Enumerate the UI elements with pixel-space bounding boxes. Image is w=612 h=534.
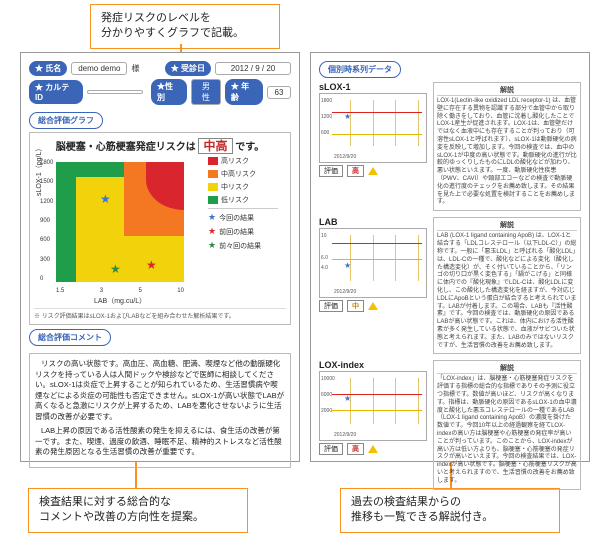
marker-before-previous: ★ xyxy=(110,262,121,276)
graph-section-title: 総合評価グラフ xyxy=(29,112,103,129)
eval-value: 高 xyxy=(347,443,364,455)
eval-value: 高 xyxy=(347,165,364,177)
x-ticks: 1.5 3 5 10 xyxy=(56,288,184,294)
y-axis-label: sLOX-1（pg/L） xyxy=(34,145,44,196)
legend-swatch-high xyxy=(208,157,218,165)
ts-desc-lab: 解説 LAB (LOX-1 ligand containing ApoB) は、… xyxy=(433,217,581,354)
date-label: ★ 受診日 xyxy=(165,61,211,76)
comment-paragraph: LAB上昇の原因である活性酸素の発生を抑えるには、食生活の改善が第一です。また、… xyxy=(35,426,285,458)
overall-comment: リスクの高い状態です。高血圧、高血糖、肥満、喫煙など他の動脈硬化リスクを持ってい… xyxy=(29,353,291,468)
pages: ★ 氏名 demo demo 様 ★ 受診日 2012 / 9 / 20 ★ カ… xyxy=(20,52,590,462)
timeseries-loxindex: LOX-index 10000 6000 2000 ★ 2012/9/20 評価… xyxy=(319,360,581,489)
callout-bottom-left: 検査結果に対する総合的なコメントや改善の方向性を提案。 xyxy=(28,488,248,533)
name-suffix: 様 xyxy=(131,63,139,74)
eval-label: 評価 xyxy=(319,443,343,455)
risk-chart-panel: 脳梗塞・心筋梗塞発症リスクは 中高 です。 1800 1500 1200 900… xyxy=(29,132,291,325)
eval-value: 中 xyxy=(347,300,364,312)
legend-swatch-midhigh xyxy=(208,170,218,178)
chart-title: 脳梗塞・心筋梗塞発症リスクは 中高 です。 xyxy=(34,137,286,154)
triangle-icon xyxy=(368,167,378,175)
x-axis-label: LAB（mg.cu/L） xyxy=(94,296,146,306)
legend-swatch-mid xyxy=(208,183,218,191)
ts-name: LOX-index xyxy=(319,360,429,370)
legend-swatch-low xyxy=(208,196,218,204)
comment-section-title: 総合評価コメント xyxy=(29,329,111,346)
chart-title-post: です。 xyxy=(235,142,264,153)
karte-label: ★ カルテID xyxy=(29,80,83,104)
callout-top: 発症リスクのレベルを分かりやすくグラフで記載。 xyxy=(90,4,280,49)
ts-desc-loxindex: 解説 「LOX-index」は、脳梗塞・心筋梗塞発症リスクを評価する指標の総合的… xyxy=(433,360,581,489)
date-value: 2012 / 9 / 20 xyxy=(215,62,291,75)
chart-footnote: ※ リスク評価結果はsLOX-1およびLABなどを組み合わせた解析結果です。 xyxy=(34,308,286,320)
ts-desc-slox1: 解説 LOX-1(Lectin-like oxidized LDL recept… xyxy=(433,82,581,211)
ts-name: LAB xyxy=(319,217,429,227)
timeseries-slox1: sLOX-1 1800 1200 600 ★ 2012/9/20 評価 高 xyxy=(319,82,581,211)
plot-area: ★ ★ ★ xyxy=(56,162,184,282)
callout-bottom-right: 過去の検査結果からの推移も一覧できる解説付き。 xyxy=(340,488,560,533)
chart-title-emphasis: 中高 xyxy=(198,138,232,154)
comment-paragraph: リスクの高い状態です。高血圧、高血糖、肥満、喫煙など他の動脈硬化リスクを持ってい… xyxy=(35,359,285,422)
patient-header: ★ 氏名 demo demo 様 ★ 受診日 2012 / 9 / 20 ★ カ… xyxy=(29,61,291,105)
eval-label: 評価 xyxy=(319,300,343,312)
star-icon: ★ xyxy=(208,240,216,251)
timeseries-lab: LAB 10 6.0 4.0 ★ 2012/9/20 評価 中 xyxy=(319,217,581,354)
ts-chart-loxindex: 10000 6000 2000 ★ 2012/9/20 xyxy=(319,371,427,441)
risk-chart: 1800 1500 1200 900 600 300 0 ★ xyxy=(34,156,204,306)
star-icon: ★ xyxy=(208,226,216,237)
triangle-icon xyxy=(368,445,378,453)
marker-current: ★ xyxy=(100,192,111,206)
chart-title-pre: 脳梗塞・心筋梗塞発症リスクは xyxy=(56,142,196,153)
document-wrap: 発症リスクのレベルを分かりやすくグラフで記載。 検査結果に対する総合的なコメント… xyxy=(0,0,612,534)
triangle-icon xyxy=(368,302,378,310)
timeseries-section-title: 個別時系列データ xyxy=(319,61,401,78)
eval-label: 評価 xyxy=(319,165,343,177)
name-label: ★ 氏名 xyxy=(29,61,67,76)
marker-previous: ★ xyxy=(146,258,157,272)
sex-label: ★性別 xyxy=(151,79,187,105)
report-page-right: 個別時系列データ sLOX-1 1800 1200 600 ★ 2012/9/2… xyxy=(310,52,590,462)
sex-value: 男性 xyxy=(191,79,221,105)
age-value: 63 xyxy=(267,86,291,99)
star-icon: ★ xyxy=(344,112,351,121)
ts-name: sLOX-1 xyxy=(319,82,429,92)
report-page-left: ★ 氏名 demo demo 様 ★ 受診日 2012 / 9 / 20 ★ カ… xyxy=(20,52,300,462)
star-icon: ★ xyxy=(344,394,351,403)
ts-chart-lab: 10 6.0 4.0 ★ 2012/9/20 xyxy=(319,228,427,298)
name-value: demo demo xyxy=(71,62,127,75)
age-label: ★ 年齢 xyxy=(225,79,263,105)
ts-chart-slox1: 1800 1200 600 ★ 2012/9/20 xyxy=(319,93,427,163)
karte-value xyxy=(87,90,143,94)
legend: 高リスク 中高リスク 中リスク 低リスク ★今回の結果 ★前回の結果 ★前々回の… xyxy=(208,156,278,306)
star-icon: ★ xyxy=(344,261,351,270)
star-icon: ★ xyxy=(208,212,216,223)
